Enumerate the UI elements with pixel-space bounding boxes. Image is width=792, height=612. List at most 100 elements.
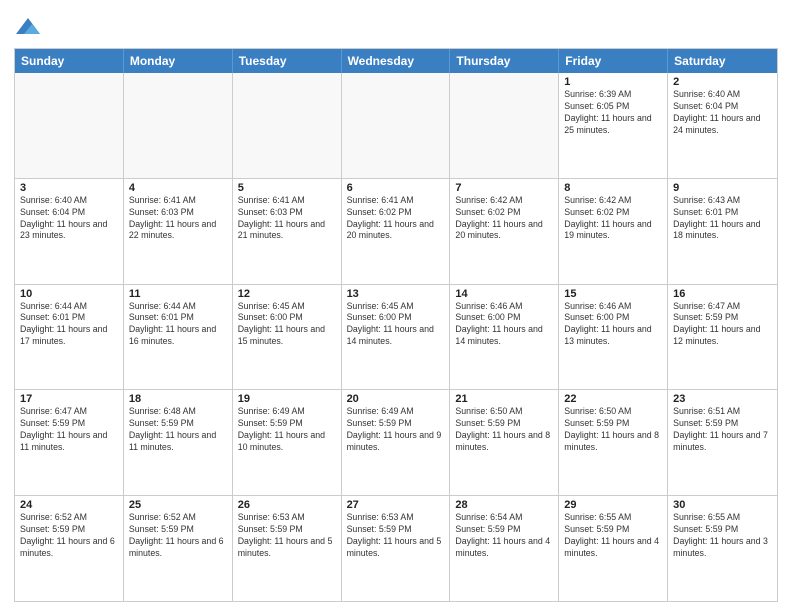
header-day-sunday: Sunday — [15, 49, 124, 73]
calendar-cell: 30Sunrise: 6:55 AM Sunset: 5:59 PM Dayli… — [668, 496, 777, 601]
calendar-cell: 12Sunrise: 6:45 AM Sunset: 6:00 PM Dayli… — [233, 285, 342, 390]
calendar-cell: 21Sunrise: 6:50 AM Sunset: 5:59 PM Dayli… — [450, 390, 559, 495]
calendar-cell: 22Sunrise: 6:50 AM Sunset: 5:59 PM Dayli… — [559, 390, 668, 495]
day-number: 24 — [20, 499, 118, 511]
day-detail: Sunrise: 6:52 AM Sunset: 5:59 PM Dayligh… — [129, 512, 227, 560]
day-number: 3 — [20, 182, 118, 194]
day-detail: Sunrise: 6:50 AM Sunset: 5:59 PM Dayligh… — [455, 406, 553, 454]
day-number: 25 — [129, 499, 227, 511]
day-detail: Sunrise: 6:46 AM Sunset: 6:00 PM Dayligh… — [455, 301, 553, 349]
day-detail: Sunrise: 6:49 AM Sunset: 5:59 PM Dayligh… — [347, 406, 445, 454]
day-detail: Sunrise: 6:47 AM Sunset: 5:59 PM Dayligh… — [20, 406, 118, 454]
day-number: 6 — [347, 182, 445, 194]
day-number: 1 — [564, 76, 662, 88]
calendar-cell: 8Sunrise: 6:42 AM Sunset: 6:02 PM Daylig… — [559, 179, 668, 284]
day-detail: Sunrise: 6:54 AM Sunset: 5:59 PM Dayligh… — [455, 512, 553, 560]
calendar-cell: 7Sunrise: 6:42 AM Sunset: 6:02 PM Daylig… — [450, 179, 559, 284]
day-detail: Sunrise: 6:50 AM Sunset: 5:59 PM Dayligh… — [564, 406, 662, 454]
header-day-friday: Friday — [559, 49, 668, 73]
calendar-cell — [15, 73, 124, 178]
calendar-cell: 11Sunrise: 6:44 AM Sunset: 6:01 PM Dayli… — [124, 285, 233, 390]
day-number: 11 — [129, 288, 227, 300]
calendar-cell: 14Sunrise: 6:46 AM Sunset: 6:00 PM Dayli… — [450, 285, 559, 390]
day-detail: Sunrise: 6:42 AM Sunset: 6:02 PM Dayligh… — [564, 195, 662, 243]
day-number: 22 — [564, 393, 662, 405]
calendar: SundayMondayTuesdayWednesdayThursdayFrid… — [14, 48, 778, 602]
day-number: 19 — [238, 393, 336, 405]
day-detail: Sunrise: 6:52 AM Sunset: 5:59 PM Dayligh… — [20, 512, 118, 560]
day-detail: Sunrise: 6:55 AM Sunset: 5:59 PM Dayligh… — [673, 512, 772, 560]
calendar-cell: 4Sunrise: 6:41 AM Sunset: 6:03 PM Daylig… — [124, 179, 233, 284]
calendar-cell — [124, 73, 233, 178]
calendar-cell — [450, 73, 559, 178]
day-number: 8 — [564, 182, 662, 194]
calendar-cell: 2Sunrise: 6:40 AM Sunset: 6:04 PM Daylig… — [668, 73, 777, 178]
day-number: 4 — [129, 182, 227, 194]
day-detail: Sunrise: 6:41 AM Sunset: 6:03 PM Dayligh… — [129, 195, 227, 243]
calendar-row-2: 10Sunrise: 6:44 AM Sunset: 6:01 PM Dayli… — [15, 284, 777, 390]
calendar-cell: 3Sunrise: 6:40 AM Sunset: 6:04 PM Daylig… — [15, 179, 124, 284]
day-detail: Sunrise: 6:47 AM Sunset: 5:59 PM Dayligh… — [673, 301, 772, 349]
day-detail: Sunrise: 6:42 AM Sunset: 6:02 PM Dayligh… — [455, 195, 553, 243]
calendar-cell: 20Sunrise: 6:49 AM Sunset: 5:59 PM Dayli… — [342, 390, 451, 495]
day-number: 7 — [455, 182, 553, 194]
calendar-cell: 19Sunrise: 6:49 AM Sunset: 5:59 PM Dayli… — [233, 390, 342, 495]
day-number: 16 — [673, 288, 772, 300]
day-number: 20 — [347, 393, 445, 405]
day-number: 14 — [455, 288, 553, 300]
day-detail: Sunrise: 6:48 AM Sunset: 5:59 PM Dayligh… — [129, 406, 227, 454]
day-detail: Sunrise: 6:44 AM Sunset: 6:01 PM Dayligh… — [20, 301, 118, 349]
calendar-cell: 24Sunrise: 6:52 AM Sunset: 5:59 PM Dayli… — [15, 496, 124, 601]
calendar-row-3: 17Sunrise: 6:47 AM Sunset: 5:59 PM Dayli… — [15, 389, 777, 495]
day-detail: Sunrise: 6:43 AM Sunset: 6:01 PM Dayligh… — [673, 195, 772, 243]
day-number: 12 — [238, 288, 336, 300]
calendar-cell: 10Sunrise: 6:44 AM Sunset: 6:01 PM Dayli… — [15, 285, 124, 390]
calendar-cell: 1Sunrise: 6:39 AM Sunset: 6:05 PM Daylig… — [559, 73, 668, 178]
day-number: 15 — [564, 288, 662, 300]
calendar-cell: 6Sunrise: 6:41 AM Sunset: 6:02 PM Daylig… — [342, 179, 451, 284]
calendar-row-4: 24Sunrise: 6:52 AM Sunset: 5:59 PM Dayli… — [15, 495, 777, 601]
day-detail: Sunrise: 6:53 AM Sunset: 5:59 PM Dayligh… — [347, 512, 445, 560]
day-detail: Sunrise: 6:40 AM Sunset: 6:04 PM Dayligh… — [673, 89, 772, 137]
day-number: 18 — [129, 393, 227, 405]
day-number: 30 — [673, 499, 772, 511]
calendar-cell: 9Sunrise: 6:43 AM Sunset: 6:01 PM Daylig… — [668, 179, 777, 284]
day-detail: Sunrise: 6:41 AM Sunset: 6:02 PM Dayligh… — [347, 195, 445, 243]
day-detail: Sunrise: 6:41 AM Sunset: 6:03 PM Dayligh… — [238, 195, 336, 243]
day-number: 2 — [673, 76, 772, 88]
day-number: 26 — [238, 499, 336, 511]
header-day-monday: Monday — [124, 49, 233, 73]
day-detail: Sunrise: 6:45 AM Sunset: 6:00 PM Dayligh… — [238, 301, 336, 349]
day-detail: Sunrise: 6:49 AM Sunset: 5:59 PM Dayligh… — [238, 406, 336, 454]
calendar-header: SundayMondayTuesdayWednesdayThursdayFrid… — [15, 49, 777, 73]
calendar-cell: 29Sunrise: 6:55 AM Sunset: 5:59 PM Dayli… — [559, 496, 668, 601]
calendar-cell: 16Sunrise: 6:47 AM Sunset: 5:59 PM Dayli… — [668, 285, 777, 390]
calendar-row-0: 1Sunrise: 6:39 AM Sunset: 6:05 PM Daylig… — [15, 73, 777, 178]
day-detail: Sunrise: 6:53 AM Sunset: 5:59 PM Dayligh… — [238, 512, 336, 560]
day-number: 28 — [455, 499, 553, 511]
header-day-saturday: Saturday — [668, 49, 777, 73]
header — [14, 10, 778, 42]
calendar-cell: 28Sunrise: 6:54 AM Sunset: 5:59 PM Dayli… — [450, 496, 559, 601]
calendar-cell: 5Sunrise: 6:41 AM Sunset: 6:03 PM Daylig… — [233, 179, 342, 284]
header-day-thursday: Thursday — [450, 49, 559, 73]
calendar-cell: 17Sunrise: 6:47 AM Sunset: 5:59 PM Dayli… — [15, 390, 124, 495]
logo-icon — [14, 14, 42, 42]
day-detail: Sunrise: 6:46 AM Sunset: 6:00 PM Dayligh… — [564, 301, 662, 349]
day-detail: Sunrise: 6:45 AM Sunset: 6:00 PM Dayligh… — [347, 301, 445, 349]
calendar-body: 1Sunrise: 6:39 AM Sunset: 6:05 PM Daylig… — [15, 73, 777, 601]
day-detail: Sunrise: 6:55 AM Sunset: 5:59 PM Dayligh… — [564, 512, 662, 560]
day-number: 27 — [347, 499, 445, 511]
calendar-row-1: 3Sunrise: 6:40 AM Sunset: 6:04 PM Daylig… — [15, 178, 777, 284]
day-number: 29 — [564, 499, 662, 511]
day-detail: Sunrise: 6:40 AM Sunset: 6:04 PM Dayligh… — [20, 195, 118, 243]
day-number: 17 — [20, 393, 118, 405]
day-number: 5 — [238, 182, 336, 194]
header-day-tuesday: Tuesday — [233, 49, 342, 73]
calendar-cell: 13Sunrise: 6:45 AM Sunset: 6:00 PM Dayli… — [342, 285, 451, 390]
day-number: 13 — [347, 288, 445, 300]
calendar-cell: 15Sunrise: 6:46 AM Sunset: 6:00 PM Dayli… — [559, 285, 668, 390]
day-detail: Sunrise: 6:44 AM Sunset: 6:01 PM Dayligh… — [129, 301, 227, 349]
calendar-cell: 26Sunrise: 6:53 AM Sunset: 5:59 PM Dayli… — [233, 496, 342, 601]
calendar-cell — [233, 73, 342, 178]
